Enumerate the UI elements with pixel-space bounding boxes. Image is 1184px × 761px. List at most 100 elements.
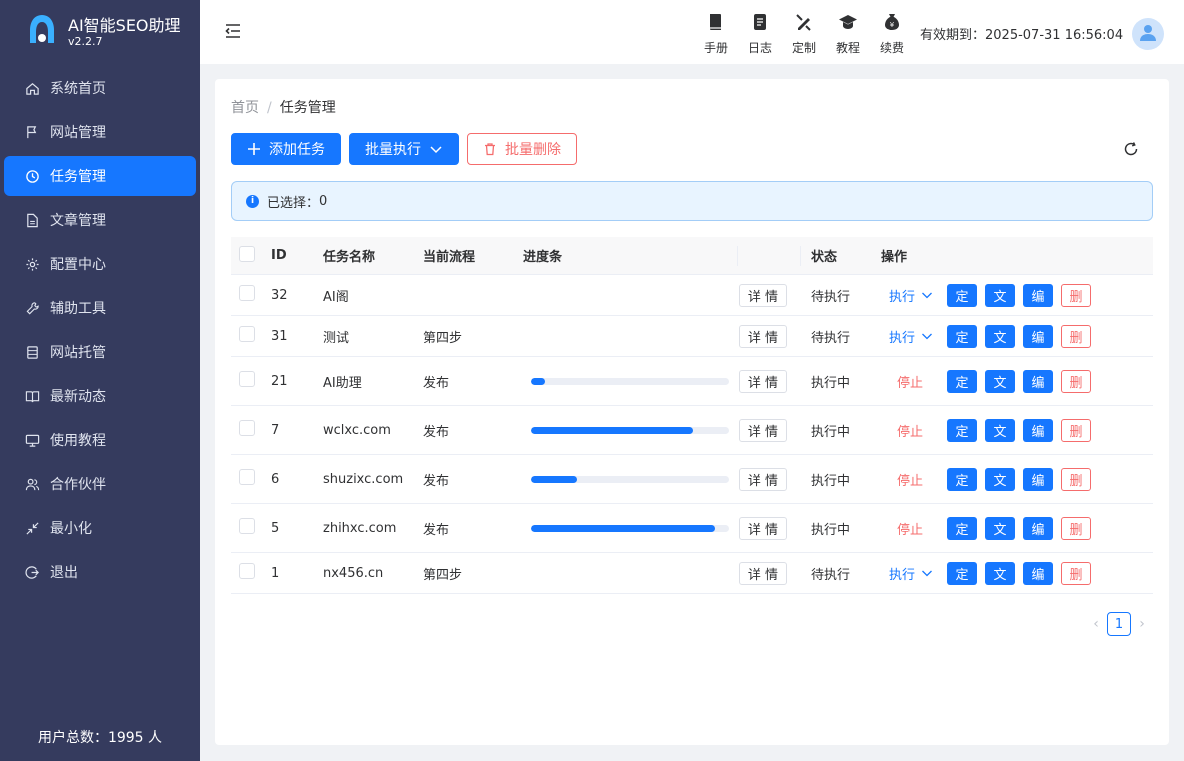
header-tools: 手册 日志 定制 教程 ¥ 续费 <box>694 12 914 56</box>
sidebar-item-0[interactable]: 系统首页 <box>4 68 196 108</box>
progress-fill <box>531 475 577 483</box>
task-name: shuzixc.com <box>323 471 404 487</box>
delete-button[interactable]: 删 <box>1061 467 1091 491</box>
collapse-menu-icon[interactable] <box>224 22 242 40</box>
delete-button[interactable]: 删 <box>1061 324 1091 348</box>
task-status: 待执行 <box>811 330 851 346</box>
sidebar-item-2[interactable]: 任务管理 <box>4 156 196 196</box>
app-title: AI智能SEO助理 <box>68 15 181 35</box>
sidebar-item-4[interactable]: 配置中心 <box>4 244 196 284</box>
row-checkbox[interactable] <box>239 563 255 579</box>
sidebar-item-11[interactable]: 退出 <box>4 552 196 592</box>
schedule-button[interactable]: 定 <box>947 369 977 393</box>
delete-button[interactable]: 删 <box>1061 561 1091 585</box>
article-button[interactable]: 文 <box>985 467 1015 491</box>
col-progress: 进度条 <box>523 250 563 265</box>
article-button[interactable]: 文 <box>985 516 1015 540</box>
detail-button[interactable]: 详 情 <box>739 324 787 348</box>
delete-button[interactable]: 删 <box>1061 369 1091 393</box>
row-checkbox[interactable] <box>239 420 255 436</box>
sidebar-item-10[interactable]: 最小化 <box>4 508 196 548</box>
edit-button[interactable]: 编 <box>1023 324 1053 348</box>
detail-button[interactable]: 详 情 <box>739 369 787 393</box>
detail-button[interactable]: 详 情 <box>739 516 787 540</box>
edit-button[interactable]: 编 <box>1023 467 1053 491</box>
breadcrumb-home[interactable]: 首页 <box>231 100 259 116</box>
header-tool-4[interactable]: ¥ 续费 <box>870 12 914 56</box>
sidebar: AI智能SEO助理 v2.2.7 系统首页网站管理任务管理文章管理配置中心 辅助工… <box>0 0 200 761</box>
schedule-button[interactable]: 定 <box>947 418 977 442</box>
task-flow: 第四步 <box>423 330 463 346</box>
brand: AI智能SEO助理 v2.2.7 <box>0 0 200 64</box>
detail-button[interactable]: 详 情 <box>739 561 787 585</box>
schedule-button[interactable]: 定 <box>947 283 977 307</box>
row-checkbox[interactable] <box>239 371 255 387</box>
delete-button[interactable]: 删 <box>1061 516 1091 540</box>
stop-button[interactable]: 停止 <box>881 372 947 391</box>
edit-button[interactable]: 编 <box>1023 369 1053 393</box>
batch-execute-button[interactable]: 批量执行 <box>349 133 459 165</box>
task-name: nx456.cn <box>323 565 384 581</box>
expire-label: 有效期到： <box>920 28 986 43</box>
pagination: ‹ 1 › <box>1085 612 1153 636</box>
sidebar-item-label: 网站管理 <box>50 125 106 141</box>
execute-dropdown[interactable]: 执行 <box>881 564 947 583</box>
page-number[interactable]: 1 <box>1107 612 1131 636</box>
task-status: 执行中 <box>811 473 851 489</box>
article-button[interactable]: 文 <box>985 561 1015 585</box>
row-checkbox[interactable] <box>239 469 255 485</box>
header-tool-0[interactable]: 手册 <box>694 12 738 56</box>
sidebar-item-7[interactable]: 最新动态 <box>4 376 196 416</box>
trash-icon <box>483 142 497 156</box>
detail-button[interactable]: 详 情 <box>739 283 787 307</box>
add-task-button[interactable]: 添加任务 <box>231 133 341 165</box>
clock-icon <box>24 168 40 184</box>
batch-delete-button[interactable]: 批量删除 <box>467 133 577 165</box>
sidebar-item-label: 文章管理 <box>50 213 106 229</box>
stop-button[interactable]: 停止 <box>881 519 947 538</box>
schedule-button[interactable]: 定 <box>947 324 977 348</box>
sidebar-item-9[interactable]: 合作伙伴 <box>4 464 196 504</box>
sidebar-item-6[interactable]: 网站托管 <box>4 332 196 372</box>
stop-button[interactable]: 停止 <box>881 421 947 440</box>
article-button[interactable]: 文 <box>985 418 1015 442</box>
execute-dropdown[interactable]: 执行 <box>881 327 947 346</box>
row-checkbox[interactable] <box>239 326 255 342</box>
prev-page-icon[interactable]: ‹ <box>1085 616 1107 632</box>
sidebar-item-8[interactable]: 使用教程 <box>4 420 196 460</box>
edit-button[interactable]: 编 <box>1023 283 1053 307</box>
delete-button[interactable]: 删 <box>1061 283 1091 307</box>
article-button[interactable]: 文 <box>985 324 1015 348</box>
table-row: 5 zhihxc.com 发布 详 情 执行中 停止定文编删 <box>231 504 1153 553</box>
schedule-button[interactable]: 定 <box>947 516 977 540</box>
edit-button[interactable]: 编 <box>1023 561 1053 585</box>
header-tool-label: 教程 <box>835 41 860 55</box>
delete-button[interactable]: 删 <box>1061 418 1091 442</box>
select-all-checkbox[interactable] <box>239 245 255 262</box>
row-checkbox[interactable] <box>239 518 255 534</box>
sidebar-item-1[interactable]: 网站管理 <box>4 112 196 152</box>
row-checkbox[interactable] <box>239 285 255 301</box>
next-page-icon[interactable]: › <box>1131 616 1153 632</box>
edit-button[interactable]: 编 <box>1023 516 1053 540</box>
stop-button[interactable]: 停止 <box>881 470 947 489</box>
refresh-icon[interactable] <box>1123 141 1139 157</box>
batch-delete-label: 批量删除 <box>505 142 561 158</box>
header-tool-3[interactable]: 教程 <box>826 12 870 56</box>
schedule-button[interactable]: 定 <box>947 561 977 585</box>
schedule-button[interactable]: 定 <box>947 467 977 491</box>
detail-button[interactable]: 详 情 <box>739 467 787 491</box>
header-tool-2[interactable]: 定制 <box>782 12 826 56</box>
avatar[interactable] <box>1132 18 1164 50</box>
execute-label: 执行 <box>889 330 916 346</box>
gear-icon <box>24 256 40 272</box>
edit-button[interactable]: 编 <box>1023 418 1053 442</box>
article-button[interactable]: 文 <box>985 369 1015 393</box>
sidebar-item-5[interactable]: 辅助工具 <box>4 288 196 328</box>
sidebar-item-3[interactable]: 文章管理 <box>4 200 196 240</box>
article-button[interactable]: 文 <box>985 283 1015 307</box>
header-tool-1[interactable]: 日志 <box>738 12 782 56</box>
batch-execute-label: 批量执行 <box>365 142 421 158</box>
execute-dropdown[interactable]: 执行 <box>881 286 947 305</box>
detail-button[interactable]: 详 情 <box>739 418 787 442</box>
